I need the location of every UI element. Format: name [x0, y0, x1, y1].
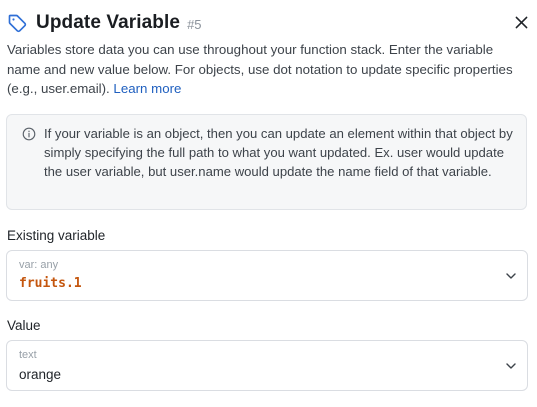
- panel-header: Update Variable #5: [6, 10, 531, 36]
- update-variable-panel: Update Variable #5 Variables store data …: [0, 0, 537, 407]
- existing-variable-value: fruits.1: [19, 276, 82, 291]
- value-label: Value: [7, 318, 41, 333]
- chevron-down-icon: [506, 273, 516, 279]
- info-callout: If your variable is an object, then you …: [6, 114, 527, 210]
- existing-variable-label: Existing variable: [7, 228, 106, 243]
- chevron-down-icon: [506, 363, 516, 369]
- value-text: orange: [19, 367, 62, 382]
- close-icon: [515, 16, 527, 28]
- description-text: Variables store data you can use through…: [7, 42, 513, 96]
- step-number: #5: [187, 16, 202, 32]
- existing-variable-type-hint: var: any: [19, 259, 59, 271]
- close-button[interactable]: [511, 12, 531, 32]
- info-icon: [22, 127, 36, 141]
- learn-more-link[interactable]: Learn more: [113, 81, 181, 96]
- value-type-hint: text: [19, 349, 37, 361]
- info-text: If your variable is an object, then you …: [44, 126, 513, 179]
- panel-description: Variables store data you can use through…: [7, 40, 529, 99]
- existing-variable-select[interactable]: var: any fruits.1: [6, 250, 528, 301]
- tag-icon: [6, 12, 28, 34]
- panel-title: Update Variable: [36, 12, 181, 33]
- value-select[interactable]: text orange: [6, 340, 528, 391]
